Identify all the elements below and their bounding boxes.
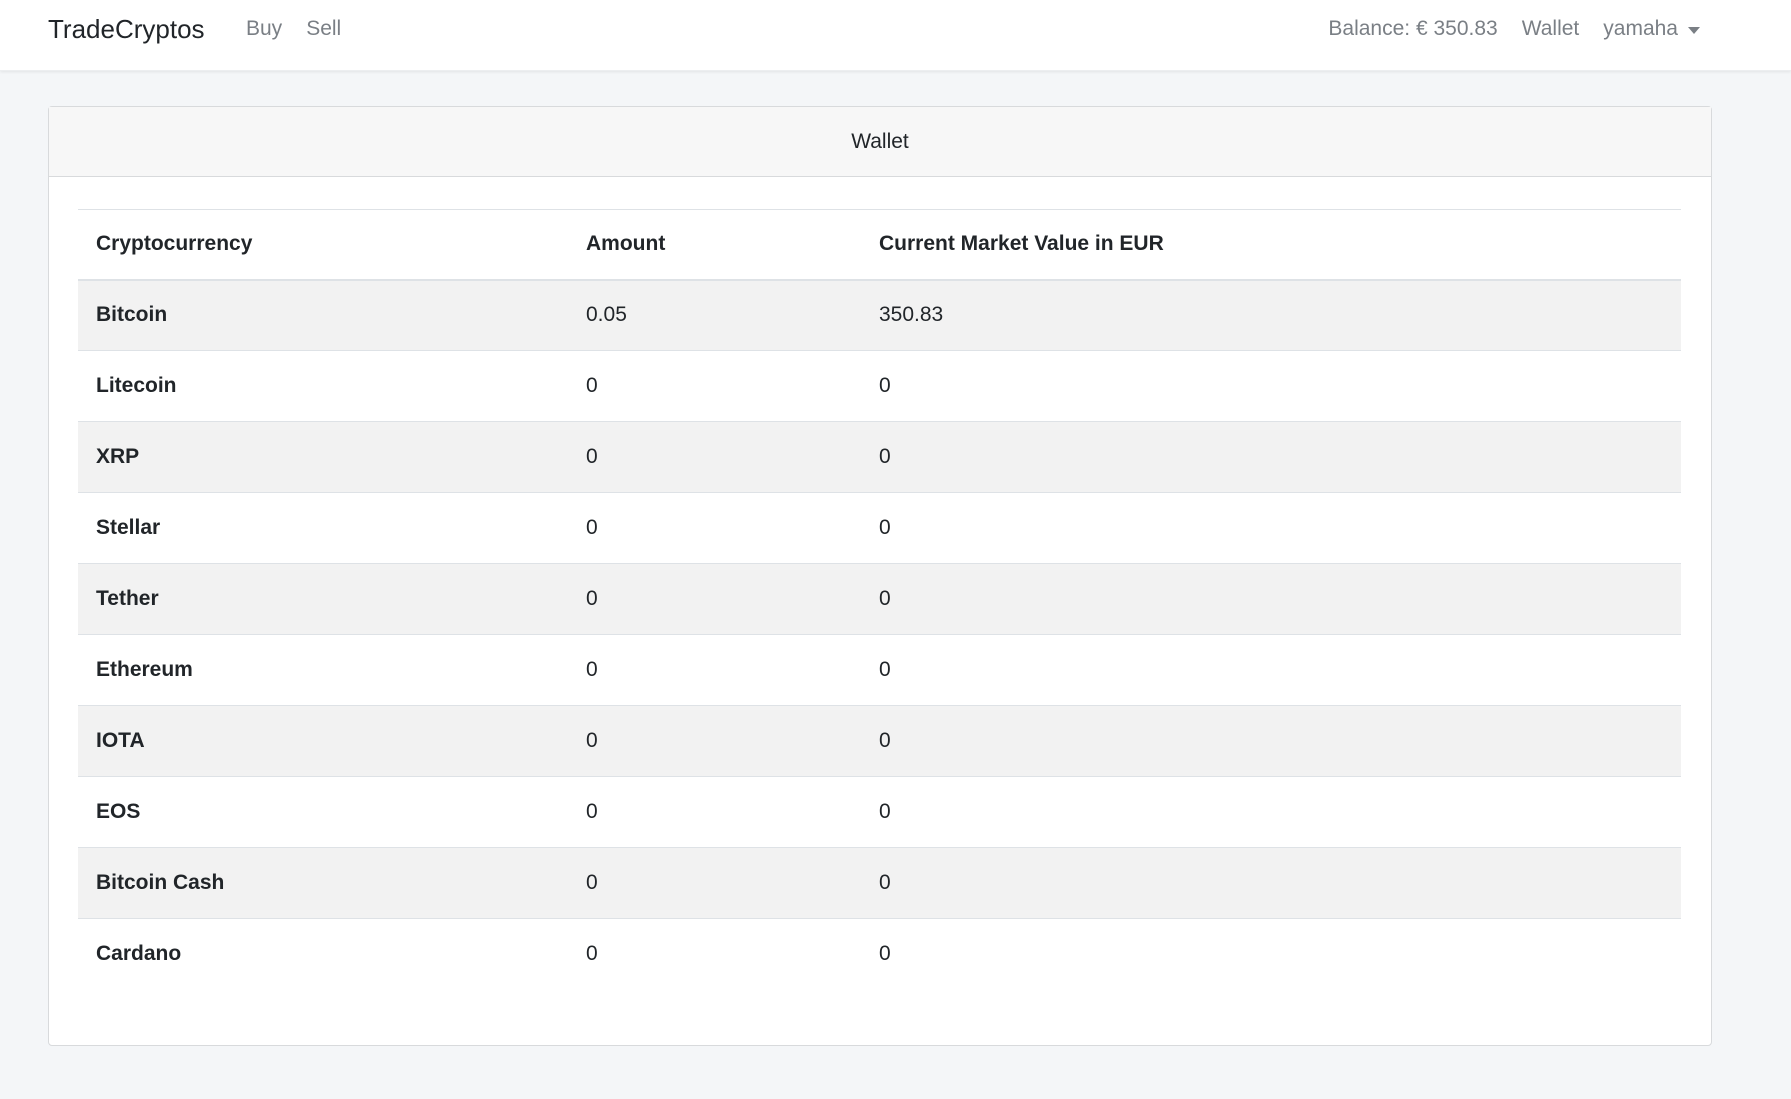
- nav-link-buy[interactable]: Buy: [246, 16, 282, 42]
- header-amount: Amount: [568, 209, 861, 281]
- crypto-name: EOS: [78, 776, 568, 848]
- crypto-amount: 0: [568, 421, 861, 493]
- crypto-value: 0: [861, 421, 1681, 493]
- crypto-value: 0: [861, 776, 1681, 848]
- crypto-amount: 0.05: [586, 303, 627, 327]
- crypto-name: Stellar: [78, 492, 568, 564]
- top-navbar: TradeCryptos Buy Sell Balance: € 350.83 …: [0, 0, 1791, 71]
- crypto-amount: 0: [568, 847, 861, 919]
- crypto-value: 0: [861, 634, 1681, 706]
- brand-link[interactable]: TradeCryptos: [48, 14, 205, 44]
- table-row: IOTA 0 0: [78, 705, 1681, 777]
- wallet-table: Cryptocurrency Amount Current Market Val…: [78, 209, 1681, 990]
- table-row: EOS 0 0: [78, 776, 1681, 848]
- user-menu-toggle[interactable]: yamaha: [1603, 16, 1700, 42]
- crypto-value: 0: [861, 918, 1681, 990]
- crypto-name: Bitcoin: [96, 303, 168, 327]
- card-title: Wallet: [851, 129, 909, 153]
- balance-display: Balance: € 350.83: [1328, 17, 1498, 40]
- user-name: yamaha: [1603, 17, 1678, 40]
- table-row: Litecoin 0 0: [78, 350, 1681, 422]
- header-cryptocurrency: Cryptocurrency: [78, 209, 568, 281]
- crypto-value: 0: [861, 847, 1681, 919]
- table-head: Cryptocurrency Amount Current Market Val…: [78, 209, 1681, 281]
- table-row: Bitcoin Cash 0 0: [78, 847, 1681, 919]
- table-row: Bitcoin 0.05 350.83: [78, 279, 1681, 351]
- crypto-amount: 0: [568, 705, 861, 777]
- table-row: XRP 0 0: [78, 421, 1681, 493]
- crypto-name: Bitcoin Cash: [78, 847, 568, 919]
- nav-right: Balance: € 350.83 Wallet yamaha: [1328, 16, 1700, 42]
- table-row: Stellar 0 0: [78, 492, 1681, 564]
- crypto-amount: 0: [568, 492, 861, 564]
- crypto-value: 0: [861, 350, 1681, 422]
- table-row: Tether 0 0: [78, 563, 1681, 635]
- crypto-name: XRP: [78, 421, 568, 493]
- table-row: Ethereum 0 0: [78, 634, 1681, 706]
- crypto-name: Cardano: [78, 918, 568, 990]
- crypto-name: Litecoin: [78, 350, 568, 422]
- table-header-row: Cryptocurrency Amount Current Market Val…: [78, 209, 1681, 281]
- table-row: Cardano 0 0: [78, 918, 1681, 990]
- header-market-value: Current Market Value in EUR: [861, 209, 1681, 281]
- crypto-amount: 0: [568, 918, 861, 990]
- crypto-value: 350.83: [879, 303, 944, 327]
- crypto-value: 0: [861, 563, 1681, 635]
- crypto-amount: 0: [568, 563, 861, 635]
- nav-link-sell[interactable]: Sell: [306, 16, 341, 42]
- nav-left: Buy Sell: [246, 16, 341, 42]
- crypto-amount: 0: [568, 634, 861, 706]
- crypto-value: 0: [861, 705, 1681, 777]
- crypto-name: IOTA: [78, 705, 568, 777]
- nav-link-wallet[interactable]: Wallet: [1522, 16, 1580, 42]
- caret-down-icon: [1688, 26, 1700, 34]
- crypto-amount: 0: [568, 350, 861, 422]
- crypto-name: Ethereum: [78, 634, 568, 706]
- card-header: Wallet: [49, 107, 1711, 177]
- crypto-amount: 0: [568, 776, 861, 848]
- table-body: Bitcoin 0.05 350.83 Litecoin 0 0 XRP 0 0…: [78, 279, 1681, 990]
- crypto-value: 0: [861, 492, 1681, 564]
- wallet-card: Wallet Cryptocurrency Amount Current Mar…: [48, 106, 1712, 1046]
- crypto-name: Tether: [78, 563, 568, 635]
- table-container: Cryptocurrency Amount Current Market Val…: [78, 209, 1681, 990]
